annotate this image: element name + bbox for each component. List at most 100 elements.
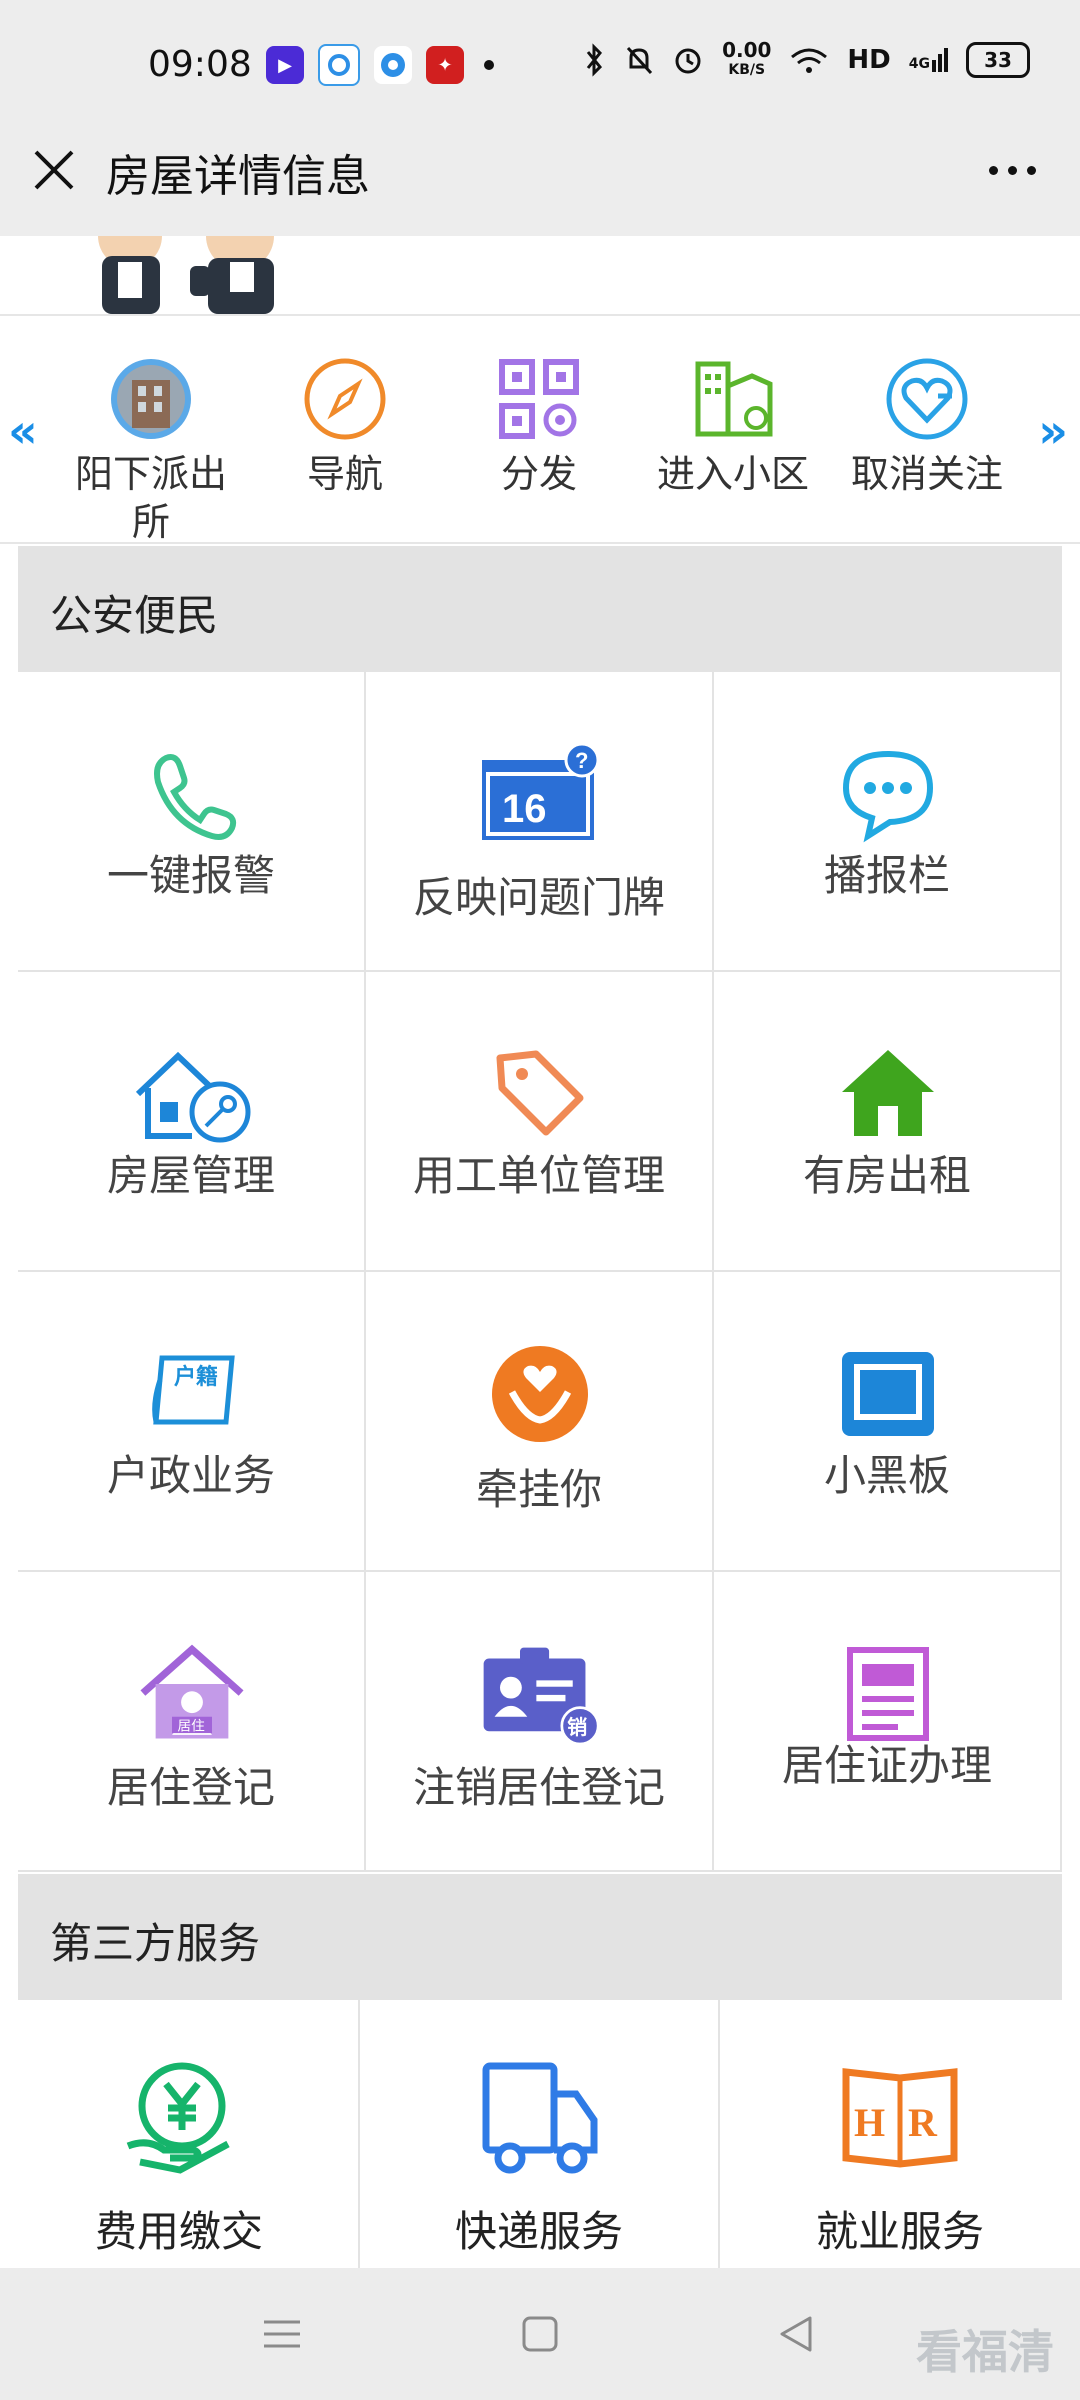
net-speed: 0.00 KB/S	[722, 40, 771, 80]
service-residence-registration[interactable]: 居住 居住登记	[18, 1572, 366, 1872]
tag-icon	[496, 1050, 584, 1136]
hd-badge: HD	[847, 45, 891, 75]
section-header-police: 公安便民	[18, 546, 1062, 672]
scroll-left-arrow-icon[interactable]: «	[8, 404, 38, 458]
svg-text:?: ?	[575, 748, 588, 773]
home-icon[interactable]	[518, 2312, 562, 2356]
signal-type: 4G	[908, 56, 930, 72]
net-speed-value: 0.00	[722, 38, 772, 62]
quick-police-station[interactable]: 阳下派出所	[66, 356, 236, 546]
alarm-icon	[675, 48, 701, 74]
page-title: 房屋详情信息	[106, 151, 370, 202]
battery-level: 33	[984, 48, 1012, 72]
svg-text:居住: 居住	[177, 1718, 205, 1734]
phone-icon	[154, 754, 237, 840]
service-label: 注销居住登记	[412, 1763, 665, 1812]
service-report-door-plate[interactable]: 16 ? 反映问题门牌	[366, 672, 714, 972]
yuan-hand-icon	[126, 2062, 230, 2174]
service-household-affairs[interactable]: 户籍 户政业务	[18, 1272, 366, 1572]
video-app-icon: ▶	[266, 46, 304, 84]
door-plate-icon: 16 ?	[482, 744, 600, 840]
service-label: 牵挂你	[475, 1465, 602, 1514]
blackboard-icon	[842, 1352, 934, 1436]
quick-label: 进入小区	[656, 452, 809, 496]
close-icon[interactable]	[28, 144, 80, 196]
cell-signal-icon: 4G	[909, 48, 948, 72]
svg-text:R: R	[908, 2100, 938, 2145]
service-care-for-you[interactable]: 牵挂你	[366, 1272, 714, 1572]
mute-bell-icon	[626, 46, 653, 75]
compass-icon	[304, 358, 386, 440]
svg-text:户籍: 户籍	[174, 1364, 218, 1390]
service-residence-permit[interactable]: 居住证办理	[714, 1572, 1062, 1872]
house-key-icon	[135, 1051, 251, 1143]
quick-label: 取消关注	[850, 452, 1003, 496]
service-label: 用工单位管理	[412, 1151, 665, 1200]
police-station-photo-icon	[111, 359, 191, 439]
svg-text:16: 16	[502, 787, 547, 831]
service-blackboard[interactable]: 小黑板	[714, 1272, 1062, 1572]
service-label: 房屋管理	[106, 1151, 275, 1200]
back-icon[interactable]	[774, 2312, 818, 2356]
heart-icon	[886, 358, 968, 440]
status-time: 09:08	[148, 44, 252, 85]
service-house-for-rent[interactable]: 有房出租	[714, 972, 1062, 1272]
battery-icon: 33	[966, 42, 1030, 78]
status-app-icons: ▶ ✦	[266, 44, 494, 86]
quick-label: 阳下派出所	[74, 452, 227, 544]
hr-book-icon: H R	[842, 2068, 958, 2168]
notification-dot	[484, 60, 494, 70]
quick-navigation[interactable]: 导航	[260, 356, 430, 498]
service-label: 户政业务	[106, 1451, 275, 1500]
delivery-truck-icon	[482, 2062, 598, 2174]
qr-code-icon	[499, 359, 579, 439]
quick-label: 导航	[306, 452, 383, 496]
section-header-third-party: 第三方服务	[18, 1874, 1062, 2000]
service-fee-payment[interactable]: 费用缴交	[0, 2000, 360, 2270]
building-map-icon	[695, 361, 773, 437]
police-service-grid: 一键报警 16 ? 反映问题门牌 播报栏 房屋管理 用工单位管理 有房出租 户籍…	[18, 672, 1062, 1872]
service-express-delivery[interactable]: 快递服务	[360, 2000, 720, 2270]
service-broadcast-board[interactable]: 播报栏	[714, 672, 1062, 972]
scroll-right-arrow-icon[interactable]: »	[1038, 404, 1068, 458]
quick-distribute[interactable]: 分发	[454, 356, 624, 498]
net-speed-unit: KB/S	[728, 62, 766, 78]
third-party-service-grid: 费用缴交 快递服务 H R 就业服务	[0, 2000, 1080, 2270]
service-label: 居住登记	[106, 1763, 275, 1812]
news-app-icon: ✦	[426, 46, 464, 84]
service-house-management[interactable]: 房屋管理	[18, 972, 366, 1272]
service-label: 居住证办理	[781, 1741, 992, 1790]
service-employment[interactable]: H R 就业服务	[720, 2000, 1080, 2270]
status-indicators: 0.00 KB/S HD 4G 33	[582, 40, 1030, 80]
quick-enter-community[interactable]: 进入小区	[648, 356, 818, 498]
quick-action-bar: « » 阳下派出所 导航 分发 进入小区 取消关注	[0, 320, 1080, 544]
service-label: 就业服务	[815, 2207, 984, 2256]
service-label: 反映问题门牌	[412, 873, 665, 922]
residence-house-icon: 居住	[140, 1644, 244, 1739]
section-title: 第三方服务	[50, 1919, 261, 1968]
quick-unfollow[interactable]: 取消关注	[842, 356, 1012, 498]
heart-hands-icon	[492, 1346, 588, 1442]
service-cancel-residence-registration[interactable]: 销 注销居住登记	[366, 1572, 714, 1872]
house-banner	[0, 236, 1080, 316]
section-title: 公安便民	[50, 591, 219, 640]
quick-label: 分发	[500, 452, 577, 496]
more-options-button[interactable]	[982, 148, 1042, 192]
svg-text:销: 销	[567, 1715, 587, 1739]
chat-bubble-icon	[842, 750, 934, 843]
service-emergency-call[interactable]: 一键报警	[18, 672, 366, 972]
household-register-icon: 户籍	[152, 1355, 235, 1425]
service-label: 一键报警	[106, 851, 275, 900]
wifi-icon	[791, 48, 828, 73]
service-label: 快递服务	[454, 2207, 623, 2256]
id-card-cancel-icon: 销	[483, 1647, 600, 1744]
menu-icon[interactable]	[260, 2312, 304, 2356]
service-label: 播报栏	[823, 851, 950, 900]
document-icon	[847, 1647, 929, 1741]
service-employer-management[interactable]: 用工单位管理	[366, 972, 714, 1272]
service-label: 费用缴交	[94, 2207, 263, 2256]
dot-icon	[1007, 165, 1017, 175]
police-cartoon-icon	[98, 236, 274, 314]
title-bar: 房屋详情信息	[0, 110, 1080, 236]
circle-app-icon	[374, 46, 412, 84]
